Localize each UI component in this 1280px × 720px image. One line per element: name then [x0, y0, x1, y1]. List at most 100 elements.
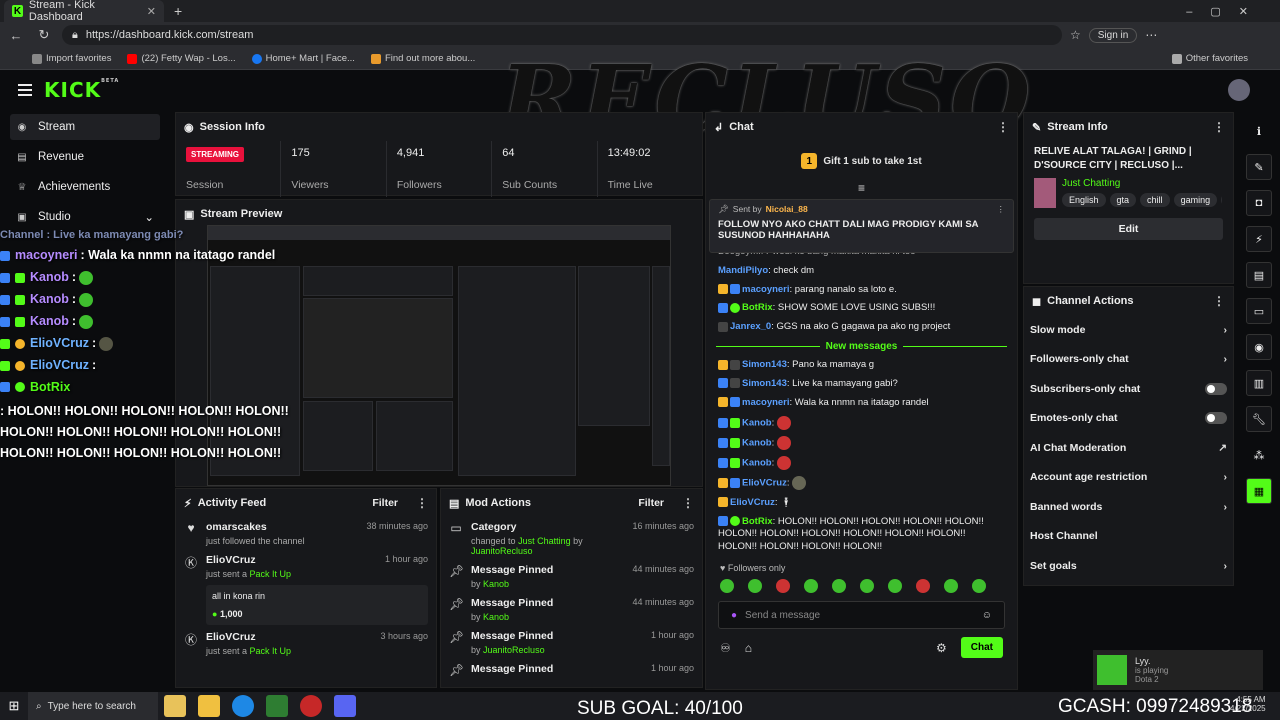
kick-logo[interactable]: KICKBETA	[44, 78, 119, 102]
send-chat-button[interactable]: Chat	[960, 637, 1003, 659]
emote-icon[interactable]	[748, 579, 762, 594]
kebab-icon[interactable]: ⋮	[997, 120, 1009, 134]
action-account-age[interactable]: Account age restriction ›	[1024, 463, 1233, 493]
apps-icon[interactable]: ⁂	[1246, 442, 1272, 468]
chat-username[interactable]: ElioVCruz	[742, 478, 787, 489]
file-explorer-icon[interactable]	[198, 695, 220, 717]
url-field[interactable]: 🔒︎ https://dashboard.kick.com/stream	[62, 25, 1062, 45]
camera-icon[interactable]: ◘	[1246, 190, 1272, 216]
pinned-message[interactable]: 📌︎ Sent by Nicolai_88 ⋮ FOLLOW NYO AKO CHAT…	[709, 199, 1014, 253]
sidebar-item-revenue[interactable]: ▤ Revenue	[10, 144, 160, 170]
document-icon[interactable]: ▤	[1246, 262, 1272, 288]
bookmark-import[interactable]: Import favorites	[32, 53, 111, 64]
kebab-icon[interactable]: ⋮	[682, 496, 694, 510]
star-icon[interactable]: ☆	[1070, 28, 1081, 42]
gear-icon[interactable]: ⚙	[936, 641, 947, 655]
chat-username[interactable]: Kanob	[742, 417, 772, 428]
action-host-channel[interactable]: Host Channel	[1024, 522, 1233, 552]
signin-button[interactable]: Sign in	[1088, 27, 1138, 43]
bookmark-youtube[interactable]: (22) Fetty Wap - Los...	[127, 53, 236, 64]
pencil-icon[interactable]: ✎	[1246, 154, 1272, 180]
emote-icon[interactable]	[888, 579, 902, 594]
pinned-sender[interactable]: Nicolai_88	[766, 204, 808, 215]
chat-username[interactable]: Kanob	[742, 437, 772, 448]
action-slow-mode[interactable]: Slow mode ›	[1024, 315, 1233, 345]
close-tab-icon[interactable]: ✕	[147, 5, 156, 18]
emote-icon[interactable]	[720, 579, 734, 594]
widgets-icon[interactable]	[164, 695, 186, 717]
emote-bar[interactable]	[706, 575, 1017, 597]
chat-username[interactable]: BotRix	[742, 302, 773, 313]
chat-username[interactable]: MandiPilyo	[718, 265, 768, 276]
chat-username[interactable]: Kanob	[742, 458, 772, 469]
feed-name[interactable]: ElioVCruz	[206, 631, 372, 643]
chat-username[interactable]: BotRix	[742, 516, 773, 527]
unpin-icon[interactable]: ⋮	[997, 204, 1006, 215]
kebab-icon[interactable]: ⋮	[416, 496, 428, 510]
category-name[interactable]: Just Chatting	[1062, 178, 1222, 189]
emote-icon[interactable]	[916, 579, 930, 594]
app-icon[interactable]	[266, 695, 288, 717]
chat-username[interactable]: Simon143	[742, 378, 787, 389]
chat-username[interactable]: Janrex_0	[730, 321, 771, 332]
taskbar-search[interactable]: ⌕ Type here to search	[28, 692, 158, 720]
edge-icon[interactable]	[232, 695, 254, 717]
mod-user[interactable]: JuanitoRecluso	[471, 546, 533, 556]
action-subscribers-only[interactable]: Subscribers-only chat	[1024, 374, 1233, 404]
feed-name[interactable]: omarscakes	[206, 521, 358, 533]
store-icon[interactable]: ⌂	[745, 641, 752, 655]
more-icon[interactable]: ⋯	[1145, 28, 1157, 42]
back-icon[interactable]: ←	[6, 25, 26, 45]
filter-icon[interactable]: ≡	[706, 181, 1017, 199]
window-controls[interactable]: –▢✕	[1186, 5, 1266, 18]
subscribers-only-toggle[interactable]	[1205, 382, 1227, 395]
emote-icon[interactable]	[804, 579, 818, 594]
sidebar-item-achievements[interactable]: ♕ Achievements	[10, 174, 160, 200]
mod-user[interactable]: Kanob	[483, 579, 509, 589]
other-favorites[interactable]: Other favorites	[1171, 53, 1248, 64]
collapse-icon[interactable]: ↲	[714, 121, 723, 134]
action-set-goals[interactable]: Set goals ›	[1024, 551, 1233, 581]
chat-input[interactable]: ● Send a message ☺	[718, 601, 1005, 630]
bookmark-facebook[interactable]: Home+ Mart | Face...	[251, 53, 355, 64]
emote-icon[interactable]	[860, 579, 874, 594]
bolt-icon[interactable]: ⚡︎	[1246, 226, 1272, 252]
gift-icon[interactable]: ♾	[720, 641, 731, 655]
kebab-icon[interactable]: ⋮	[1213, 120, 1225, 134]
chat-username[interactable]: Simon143	[742, 359, 787, 370]
wrench-icon[interactable]: 🔧︎	[1246, 406, 1272, 432]
info-icon[interactable]: ℹ	[1246, 118, 1272, 144]
new-messages-divider[interactable]: New messages	[716, 341, 1007, 352]
clapper-icon[interactable]: ▦	[1246, 478, 1272, 504]
menu-icon[interactable]	[18, 81, 32, 99]
chat-username[interactable]: macoyneri	[742, 284, 790, 295]
refresh-icon[interactable]: ↻	[34, 25, 54, 45]
chat-username[interactable]: macoyneri	[742, 397, 790, 408]
emote-icon[interactable]	[972, 579, 986, 594]
action-emotes-only[interactable]: Emotes-only chat	[1024, 404, 1233, 434]
layout-icon[interactable]: ▥	[1246, 370, 1272, 396]
broadcast-icon[interactable]: ◉	[1246, 334, 1272, 360]
taskbar-clock[interactable]: 4:55 AM 4/22/2025	[1230, 695, 1266, 713]
discord-icon[interactable]	[334, 695, 356, 717]
filter-button[interactable]: Filter	[372, 497, 398, 509]
gift-banner[interactable]: 1 Gift 1 sub to take 1st	[706, 141, 1017, 181]
edit-button[interactable]: Edit	[1034, 218, 1223, 240]
browser-tab[interactable]: K Stream - Kick Dashboard ✕	[4, 0, 164, 23]
action-ai-moderation[interactable]: AI Chat Moderation ↗	[1024, 433, 1233, 463]
activity-toast[interactable]: Lyy. is playing Dota 2	[1093, 650, 1263, 690]
chat-username[interactable]: ElioVCruz	[730, 497, 775, 508]
chrome-icon[interactable]	[300, 695, 322, 717]
mod-user[interactable]: JuanitoRecluso	[483, 645, 545, 655]
mod-user[interactable]: Kanob	[483, 612, 509, 622]
new-tab-icon[interactable]: +	[174, 3, 182, 19]
feed-name[interactable]: ElioVCruz	[206, 554, 377, 566]
bookmark-findout[interactable]: Find out more abou...	[370, 53, 475, 64]
kebab-icon[interactable]: ⋮	[1213, 294, 1225, 308]
filter-button[interactable]: Filter	[638, 497, 664, 509]
emoji-icon[interactable]: ☺	[982, 610, 992, 621]
emote-icon[interactable]	[832, 579, 846, 594]
sidebar-item-stream[interactable]: ◉ Stream	[10, 114, 160, 140]
avatar[interactable]	[1228, 79, 1250, 101]
emote-icon[interactable]	[944, 579, 958, 594]
